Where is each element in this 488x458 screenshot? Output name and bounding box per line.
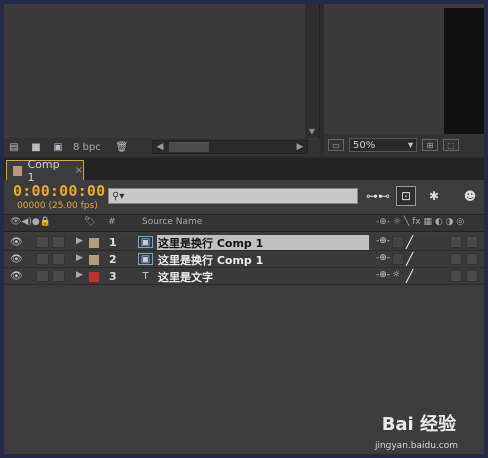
continuous-rasterize-icon[interactable]: ☼ xyxy=(392,270,400,280)
adjustment-switch[interactable] xyxy=(450,270,462,282)
draft-3d-icon[interactable]: ⊡ xyxy=(396,186,416,206)
lock-toggle[interactable] xyxy=(52,236,65,248)
comp-layer-icon: ▣ xyxy=(138,253,153,265)
table-row[interactable]: 👁 ▶ 1 ▣ 这里是换行 Comp 1 -⊕- ╱ xyxy=(4,234,484,251)
layer-name[interactable]: 这里是文字 xyxy=(157,269,369,284)
scroll-right-arrow-icon[interactable]: ▶ xyxy=(293,141,307,153)
watermark-url: jingyan.baidu.com xyxy=(374,441,458,451)
layer-number: 2 xyxy=(109,253,117,266)
project-panel: ▼ ▤ ■ ▣ 8 bpc 🗑 ◀ ▶ xyxy=(4,4,320,156)
tab-label: Comp 1 xyxy=(27,157,60,184)
expand-arrow-icon[interactable]: ▶ xyxy=(76,236,83,246)
shy-switch-icon[interactable]: -⊕- xyxy=(376,236,390,246)
folder-icon[interactable]: ■ xyxy=(29,141,43,153)
collapse-switch[interactable] xyxy=(392,236,404,248)
project-vertical-scrollbar[interactable]: ▼ xyxy=(305,4,319,138)
region-of-interest-icon[interactable]: ⬚ xyxy=(443,139,459,151)
expand-arrow-icon[interactable]: ▶ xyxy=(76,270,83,280)
audio-toggle[interactable] xyxy=(36,236,49,248)
bit-depth-toggle[interactable]: 8 bpc xyxy=(73,142,101,153)
layer-number-header: # xyxy=(108,217,116,227)
collapse-switch[interactable] xyxy=(392,253,404,265)
layer-search-input[interactable]: ⚲▾ xyxy=(108,188,358,204)
eye-icon[interactable]: 👁 xyxy=(10,237,23,248)
shy-switch-icon[interactable]: -⊕- xyxy=(376,253,390,263)
shy-switch-icon[interactable]: -⊕- xyxy=(376,270,390,280)
new-comp-icon[interactable]: ▣ xyxy=(51,141,65,153)
enable-motion-blur-icon[interactable]: ✱ xyxy=(424,186,444,206)
eye-icon[interactable]: 👁 xyxy=(10,271,23,282)
timeline-tools: ⊶⊷ ⊡ ✱ ☻ xyxy=(366,186,480,206)
layer-name[interactable]: 这里是换行 Comp 1 xyxy=(157,252,369,267)
current-time-display[interactable]: 0:00:00:00 xyxy=(13,182,105,200)
project-horizontal-scrollbar[interactable]: ◀ ▶ xyxy=(152,140,308,154)
3d-layer-switch[interactable] xyxy=(466,253,478,265)
comp-swatch xyxy=(13,165,23,176)
composition-mini-flowchart-icon[interactable]: ⊶⊷ xyxy=(366,186,390,206)
frame-rate-info: 00000 (25.00 fps) xyxy=(17,201,98,211)
watermark-logo: Bai 经验 xyxy=(381,414,456,435)
label-color[interactable] xyxy=(89,238,99,248)
3d-layer-switch[interactable] xyxy=(466,236,478,248)
adjustment-switch[interactable] xyxy=(450,253,462,265)
viewer-canvas xyxy=(444,8,484,134)
zoom-dropdown[interactable]: 50% ▾ xyxy=(349,138,417,152)
table-row[interactable]: 👁 ▶ 3 T 这里是文字 -⊕- ☼ ╱ xyxy=(4,268,484,285)
zoom-value: 50% xyxy=(353,139,376,151)
scroll-thumb[interactable] xyxy=(169,142,209,152)
quality-switch-icon[interactable]: ╱ xyxy=(406,252,413,266)
layer-columns-header: 👁◀)●🔒 🏷 # Source Name -⊕- ☼ ╲ fx ▦ ◐ ◑ ◎ xyxy=(4,214,484,232)
audio-toggle[interactable] xyxy=(36,253,49,265)
composition-viewer: ▭ 50% ▾ ⊞ ⬚ xyxy=(324,4,484,156)
safe-zones-icon[interactable]: ⊞ xyxy=(422,139,438,151)
lock-toggle[interactable] xyxy=(52,253,65,265)
layer-name[interactable]: 这里是换行 Comp 1 xyxy=(157,235,369,250)
av-features-header-icon: 👁◀)●🔒 xyxy=(10,217,51,227)
layer-number: 3 xyxy=(109,270,117,283)
trash-icon[interactable]: 🗑 xyxy=(115,141,129,153)
3d-layer-switch[interactable] xyxy=(466,270,478,282)
close-icon[interactable]: × xyxy=(75,165,83,176)
layer-number: 1 xyxy=(109,236,117,249)
quality-switch-icon[interactable]: ╱ xyxy=(406,235,413,249)
text-layer-icon: T xyxy=(142,270,149,282)
audio-toggle[interactable] xyxy=(36,270,49,282)
scroll-left-arrow-icon[interactable]: ◀ xyxy=(153,141,167,153)
viewer-toolbar: ▭ 50% ▾ ⊞ ⬚ xyxy=(324,134,484,156)
tab-comp-1[interactable]: Comp 1 × xyxy=(6,158,84,184)
adjustment-switch[interactable] xyxy=(450,236,462,248)
eye-icon[interactable]: 👁 xyxy=(10,254,23,265)
label-header-icon: 🏷 xyxy=(84,217,96,227)
chevron-down-icon: ▾ xyxy=(407,139,413,151)
source-name-header[interactable]: Source Name xyxy=(142,217,202,227)
lock-toggle[interactable] xyxy=(52,270,65,282)
timeline-tab-strip: Comp 1 × xyxy=(4,158,484,184)
label-color[interactable] xyxy=(89,272,99,282)
shy-layers-icon[interactable]: ☻ xyxy=(460,186,480,206)
quality-switch-icon[interactable]: ╱ xyxy=(406,269,413,283)
interpret-footage-icon[interactable]: ▤ xyxy=(7,141,21,153)
comp-layer-icon: ▣ xyxy=(138,236,153,248)
scroll-down-arrow-icon[interactable]: ▼ xyxy=(305,127,319,136)
project-toolbar: ▤ ■ ▣ 8 bpc 🗑 ◀ ▶ xyxy=(4,138,320,156)
switches-header-icon: -⊕- ☼ ╲ fx ▦ ◐ ◑ ◎ xyxy=(376,217,465,227)
expand-arrow-icon[interactable]: ▶ xyxy=(76,253,83,263)
search-icon: ⚲▾ xyxy=(112,190,125,202)
preview-icon[interactable]: ▭ xyxy=(328,139,344,151)
label-color[interactable] xyxy=(89,255,99,265)
table-row[interactable]: 👁 ▶ 2 ▣ 这里是换行 Comp 1 -⊕- ╱ xyxy=(4,251,484,268)
